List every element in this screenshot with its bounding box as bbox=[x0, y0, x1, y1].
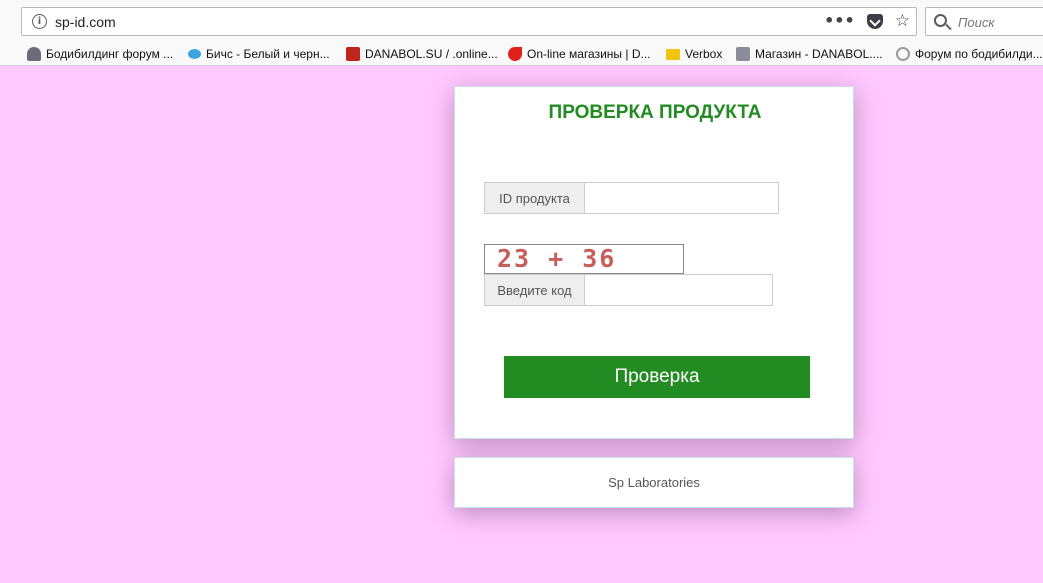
product-id-input[interactable] bbox=[585, 182, 779, 214]
bookmark-label: Форум по бодибилди... bbox=[915, 47, 1043, 61]
store-logo-icon bbox=[508, 47, 522, 61]
product-id-label: ID продукта bbox=[484, 182, 585, 214]
bookmark-item[interactable]: On-line магазины | D... bbox=[508, 45, 651, 63]
bookmark-item[interactable]: Форум по бодибилди... bbox=[896, 45, 1043, 63]
danabol-400-icon bbox=[346, 47, 360, 61]
page-title: ПРОВЕРКА ПРОДУКТА bbox=[548, 102, 762, 123]
browser-toolbar: i sp-id.com ••• ☆ Поиск bbox=[0, 0, 1043, 42]
search-bar[interactable]: Поиск bbox=[925, 7, 1043, 36]
captcha-image: 23 + 36 bbox=[484, 244, 684, 274]
bookmark-star-icon[interactable]: ☆ bbox=[895, 12, 910, 30]
pocket-icon[interactable] bbox=[866, 13, 883, 29]
page-actions-menu-icon[interactable]: ••• bbox=[824, 12, 855, 30]
product-check-card: ПРОВЕРКА ПРОДУКТА ID продукта 23 + 36 Вв… bbox=[454, 86, 854, 439]
bookmark-item[interactable]: Бичс - Белый и черн... bbox=[188, 45, 330, 63]
bookmark-item[interactable]: DANABOL.SU / .online... bbox=[346, 45, 498, 63]
bookmarks-toolbar: Бодибилдинг форум ... Бичс - Белый и чер… bbox=[0, 42, 1043, 66]
envelope-icon bbox=[666, 48, 680, 60]
bookmark-label: Бичс - Белый и черн... bbox=[206, 47, 330, 61]
footer-text: Sp Laboratories bbox=[608, 475, 700, 490]
product-id-group: ID продукта bbox=[484, 182, 779, 214]
forum-icon bbox=[896, 47, 910, 61]
captcha-code-group: Введите код bbox=[484, 274, 773, 306]
bookmark-label: On-line магазины | D... bbox=[527, 47, 651, 61]
search-placeholder: Поиск bbox=[958, 15, 995, 30]
bird-icon bbox=[188, 49, 201, 59]
shop-icon bbox=[736, 47, 750, 61]
gym-icon bbox=[27, 47, 41, 61]
footer-card: Sp Laboratories bbox=[454, 457, 854, 508]
captcha-code-input[interactable] bbox=[585, 274, 773, 306]
bookmark-item[interactable]: Verbox bbox=[666, 45, 722, 63]
captcha-code-label: Введите код bbox=[484, 274, 585, 306]
page-actions: ••• ☆ bbox=[824, 12, 910, 31]
search-icon bbox=[934, 14, 947, 27]
bookmark-label: Бодибилдинг форум ... bbox=[46, 47, 174, 61]
bookmark-item[interactable]: Магазин - DANABOL.... bbox=[736, 45, 883, 63]
bookmark-label: DANABOL.SU / .online... bbox=[365, 47, 498, 61]
bookmark-label: Verbox bbox=[685, 47, 723, 61]
bookmark-item[interactable]: Бодибилдинг форум ... bbox=[27, 45, 173, 63]
bookmark-label: Магазин - DANABOL.... bbox=[755, 47, 883, 61]
url-text[interactable]: sp-id.com bbox=[55, 14, 116, 30]
url-bar[interactable]: i sp-id.com ••• ☆ bbox=[21, 7, 917, 36]
site-info-icon[interactable]: i bbox=[32, 14, 47, 29]
check-button[interactable]: Проверка bbox=[504, 356, 810, 398]
